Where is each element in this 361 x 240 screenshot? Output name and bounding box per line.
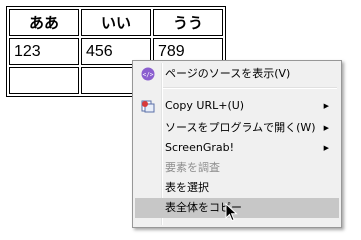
menu-item-label: ScreenGrab! bbox=[165, 141, 234, 154]
menu-item-label: Copy URL+(U) bbox=[165, 99, 245, 112]
menu-item-copy-url-plus[interactable]: Copy URL+(U) ▶ bbox=[135, 96, 339, 116]
menu-item-select-table[interactable]: 表を選択 bbox=[135, 178, 339, 198]
table-cell: 123 bbox=[9, 38, 79, 65]
submenu-arrow-icon: ▶ bbox=[323, 102, 329, 110]
table-header-cell: うう bbox=[153, 9, 223, 36]
submenu-arrow-icon: ▶ bbox=[323, 124, 329, 132]
menu-item-label: 表を選択 bbox=[165, 181, 209, 194]
menu-item-label: ソースをプログラムで開く(W) bbox=[165, 121, 316, 134]
copy-url-plus-icon bbox=[141, 99, 155, 113]
menu-item-inspect-element: 要素を調査 bbox=[135, 158, 339, 178]
table-header-cell: ああ bbox=[9, 9, 79, 36]
menu-item-screengrab[interactable]: ScreenGrab! ▶ bbox=[135, 138, 339, 158]
table-header-row: ああ いい うう bbox=[9, 9, 223, 36]
svg-text:</>: </> bbox=[143, 72, 154, 79]
menu-item-label: ページのソースを表示(V) bbox=[165, 67, 291, 80]
menu-item-view-source[interactable]: </> ページのソースを表示(V) bbox=[135, 64, 339, 84]
menu-separator bbox=[163, 87, 337, 89]
table-header-cell: いい bbox=[81, 9, 151, 36]
submenu-arrow-icon: ▶ bbox=[323, 144, 329, 152]
table-cell bbox=[9, 67, 79, 94]
menu-item-label: 要素を調査 bbox=[165, 161, 220, 174]
menu-item-open-source-program[interactable]: ソースをプログラムで開く(W) ▶ bbox=[135, 118, 339, 138]
mouse-pointer-icon bbox=[225, 203, 238, 222]
page-source-icon: </> bbox=[141, 67, 155, 81]
